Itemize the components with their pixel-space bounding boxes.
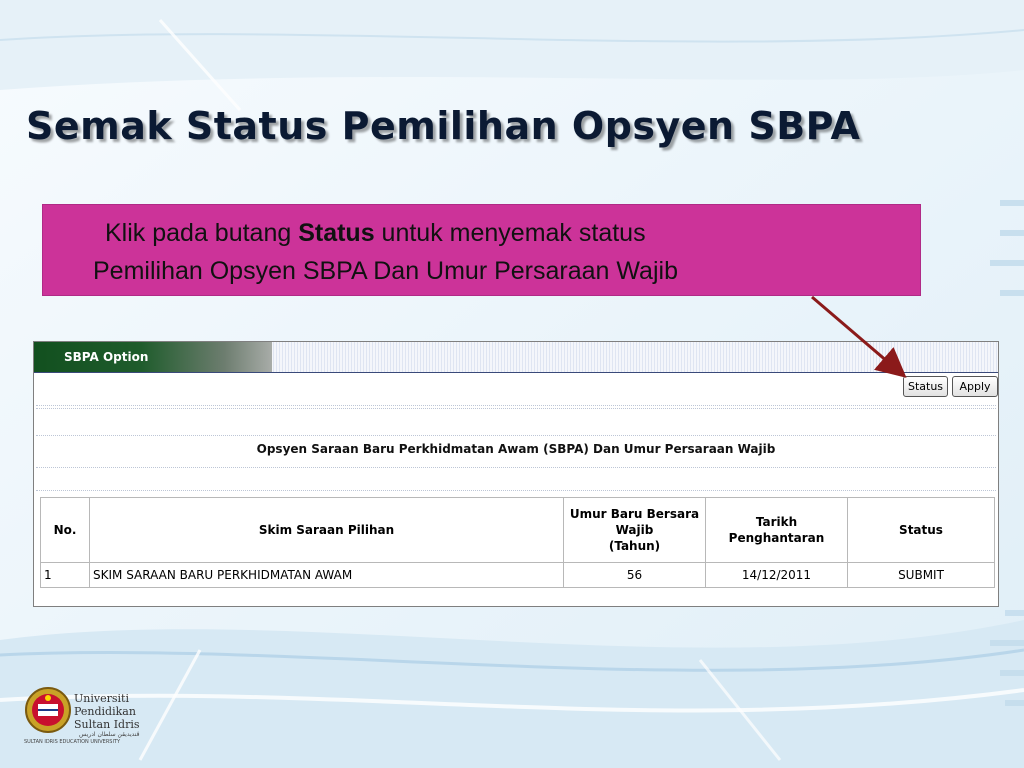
cell-status: SUBMIT: [847, 562, 995, 588]
tarikh-line-1: Tarikh: [755, 515, 798, 529]
logo-jawi: ڤنديديقن سلطان ادريس: [79, 731, 140, 738]
callout-status-word: Status: [298, 219, 375, 247]
divider: [36, 405, 996, 406]
table-header-row: No. Skim Saraan Pilihan Umur Baru Bersar…: [40, 497, 995, 563]
slide-title: Semak Status Pemilihan Opsyen SBPA: [26, 104, 861, 148]
umur-line-3: (Tahun): [608, 539, 661, 553]
logo-line-2: Pendidikan: [74, 705, 136, 718]
logo-line-1: Universiti: [74, 692, 129, 705]
university-name: Universiti Pendidikan Sultan Idris: [74, 692, 140, 731]
divider: [36, 435, 996, 436]
col-header-tarikh: Tarikh Penghantaran: [705, 497, 848, 563]
callout-line-2: Pemilihan Opsyen SBPA Dan Umur Persaraan…: [93, 257, 678, 285]
tarikh-line-2: Penghantaran: [728, 531, 825, 545]
umur-line-2: Wajib: [615, 523, 654, 537]
university-crest-icon: [25, 687, 71, 733]
window-title-bar: SBPA Option: [34, 342, 998, 373]
table-row: 1 SKIM SARAAN BARU PERKHIDMATAN AWAM 56 …: [40, 562, 995, 588]
col-header-status: Status: [847, 497, 995, 563]
logo-line-3: Sultan Idris: [74, 718, 140, 731]
cell-skim: SKIM SARAAN BARU PERKHIDMATAN AWAM: [89, 562, 564, 588]
cell-tarikh: 14/12/2011: [705, 562, 848, 588]
divider: [36, 490, 996, 491]
umur-line-1: Umur Baru Bersara: [569, 507, 700, 521]
callout-line-1: Klik pada butang Status untuk menyemak s…: [105, 219, 646, 248]
status-button[interactable]: Status: [903, 376, 948, 397]
logo-subtitle: SULTAN IDRIS EDUCATION UNIVERSITY: [24, 739, 121, 745]
apply-button[interactable]: Apply: [952, 376, 998, 397]
sbpa-option-window: SBPA Option Status Apply Opsyen Saraan B…: [33, 341, 999, 607]
tab-label: SBPA Option: [64, 350, 149, 364]
col-header-skim: Skim Saraan Pilihan: [89, 497, 564, 563]
cell-no: 1: [40, 562, 90, 588]
callout-prefix: Klik pada butang: [105, 219, 299, 247]
divider: [36, 408, 996, 409]
col-header-umur: Umur Baru Bersara Wajib (Tahun): [563, 497, 706, 563]
cell-umur: 56: [563, 562, 706, 588]
form-heading: Opsyen Saraan Baru Perkhidmatan Awam (SB…: [256, 442, 776, 456]
callout-suffix: untuk menyemak status: [374, 219, 646, 247]
col-header-no: No.: [40, 497, 90, 563]
tab-sbpa-option[interactable]: SBPA Option: [34, 342, 272, 372]
divider: [36, 467, 996, 468]
sbpa-status-table: No. Skim Saraan Pilihan Umur Baru Bersar…: [40, 497, 995, 588]
university-logo: Universiti Pendidikan Sultan Idris ڤنديد…: [24, 686, 164, 748]
instruction-callout: Klik pada butang Status untuk menyemak s…: [42, 204, 921, 296]
